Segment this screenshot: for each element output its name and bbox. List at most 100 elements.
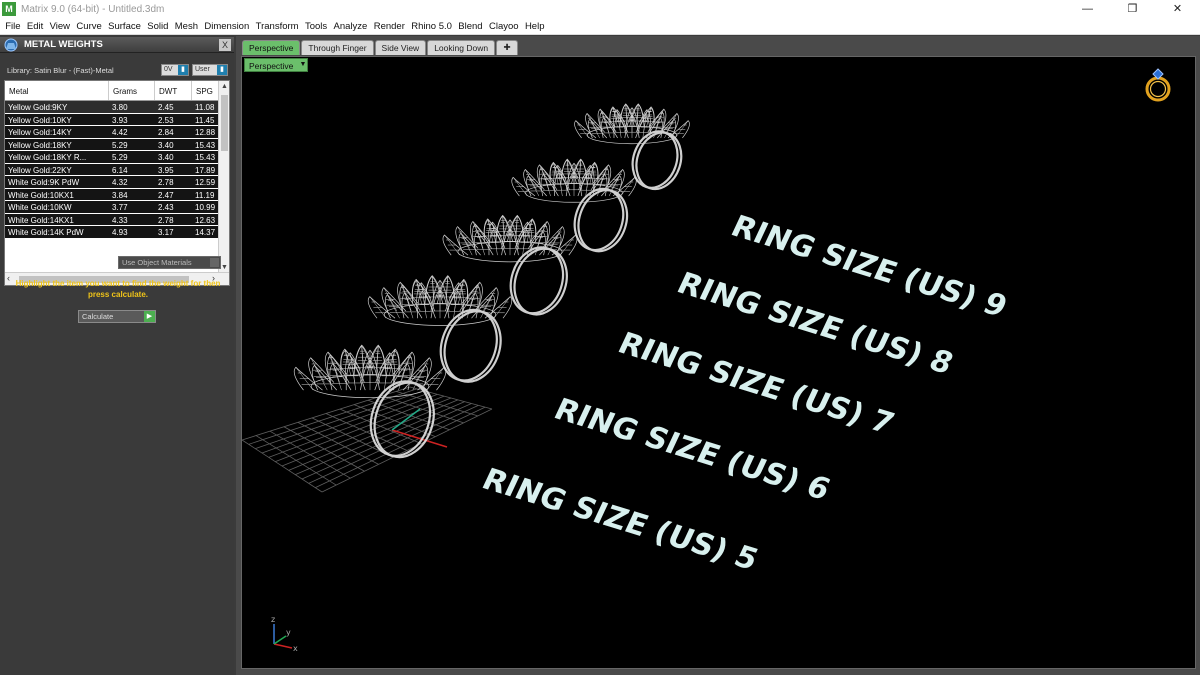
table-row[interactable]: Yellow Gold:18KY 5.29 3.40 15.43 [5,138,219,151]
menu-curve[interactable]: Curve [73,21,105,32]
cell-grams: 5.29 [109,151,155,163]
use-object-materials-dropdown[interactable]: Use Object Materials [118,256,221,269]
cell-grams: 6.14 [109,163,155,175]
viewport-name: Perspective [249,61,294,71]
column-header-grams[interactable]: Grams [109,81,155,100]
cell-spg: 11.08 [192,101,219,113]
menu-solid[interactable]: Solid [144,21,172,32]
close-button[interactable]: ✕ [1155,0,1200,18]
cell-grams: 3.93 [109,113,155,125]
menu-mesh[interactable]: Mesh [172,21,202,32]
scroll-thumb[interactable] [221,95,228,151]
toggle-icon: ▮ [217,65,227,75]
cell-metal: White Gold:10KX1 [5,188,109,200]
axis-x-label: x [293,644,298,652]
metal-weights-panel: METAL WEIGHTS X Library: Satin Blur - (F… [0,35,234,675]
table-row[interactable]: Yellow Gold:14KY 4.42 2.84 12.88 [5,126,219,139]
scroll-up-icon[interactable]: ▲ [219,81,229,92]
cell-metal: White Gold:14KX1 [5,213,109,225]
menu-bar: File Edit View Curve Surface Solid Mesh … [0,18,1200,35]
cell-dwt: 2.84 [155,126,192,138]
cell-metal: White Gold:10KW [5,201,109,213]
table-vertical-scrollbar[interactable]: ▲ ▼ [218,81,229,273]
menu-view[interactable]: View [46,21,73,32]
cell-spg: 12.63 [192,213,219,225]
table-header: Metal Grams DWT SPG [5,81,219,101]
table-row[interactable]: Yellow Gold:9KY 3.80 2.45 11.08 [5,101,219,114]
dropdown-icon [210,258,219,267]
cell-spg: 17.89 [192,163,219,175]
axis-indicator-icon: z y x [271,615,298,652]
menu-file[interactable]: File [2,21,24,32]
cell-spg: 14.37 [192,226,219,238]
cell-grams: 4.33 [109,213,155,225]
menu-tools[interactable]: Tools [302,21,331,32]
cell-dwt: 3.40 [155,138,192,150]
tab-looking-down[interactable]: Looking Down [427,40,496,55]
cell-dwt: 3.40 [155,151,192,163]
play-icon: ▶ [144,311,155,322]
matrix-logo-icon: M [2,2,16,16]
column-header-spg[interactable]: SPG [192,81,219,100]
table-row[interactable]: White Gold:10KX1 3.84 2.47 11.19 [5,188,219,201]
menu-clayoo[interactable]: Clayoo [486,21,522,32]
table-row[interactable]: Yellow Gold:10KY 3.93 2.53 11.45 [5,113,219,126]
tab-side-view[interactable]: Side View [374,40,427,55]
window-title: Matrix 9.0 (64-bit) - Untitled.3dm [21,3,165,15]
menu-rhino[interactable]: Rhino 5.0 [408,21,455,32]
toggle-0v-label: 0V [164,66,173,73]
menu-render[interactable]: Render [371,21,409,32]
cell-metal: Yellow Gold:14KY [5,126,109,138]
viewport-name-dropdown[interactable]: Perspective ▼ [244,58,309,72]
calculate-button[interactable]: Calculate ▶ [78,310,156,323]
add-tab-button[interactable]: ✚ [496,40,519,55]
menu-analyze[interactable]: Analyze [330,21,370,32]
ring-models [293,103,690,459]
table-row[interactable]: White Gold:14K PdW 4.93 3.17 14.37 [5,226,219,239]
panel-title: METAL WEIGHTS [24,39,103,50]
cell-dwt: 2.78 [155,213,192,225]
cell-spg: 15.43 [192,138,219,150]
perspective-viewport[interactable]: RING SIZE (US) 9 RING SIZE (US) 8 RING S… [241,56,1196,669]
close-icon: X [221,40,228,50]
cell-metal: Yellow Gold:22KY [5,163,109,175]
table-row[interactable]: White Gold:14KX1 4.33 2.78 12.63 [5,213,219,226]
table-row[interactable]: Yellow Gold:22KY 6.14 3.95 17.89 [5,163,219,176]
axis-y-label: y [286,628,291,637]
axis-z-label: z [271,615,275,624]
menu-surface[interactable]: Surface [105,21,144,32]
panel-close-button[interactable]: X [219,39,231,51]
tab-perspective[interactable]: Perspective [242,40,301,55]
cell-grams: 3.80 [109,101,155,113]
title-bar: M Matrix 9.0 (64-bit) - Untitled.3dm — ❐… [0,0,1200,18]
cell-spg: 10.99 [192,201,219,213]
column-header-metal[interactable]: Metal [5,81,109,100]
plus-icon: ✚ [503,42,511,52]
toggle-user-label: User [195,66,210,73]
table-row[interactable]: Yellow Gold:18KY R... 5.29 3.40 15.43 [5,151,219,164]
library-label: Library: Satin Blur - (Fast)-Metal [7,66,114,75]
toggle-0v[interactable]: 0V ▮ [161,64,189,76]
minimize-button[interactable]: — [1065,0,1110,18]
menu-transform[interactable]: Transform [252,21,301,32]
tab-through-finger[interactable]: Through Finger [301,40,374,55]
menu-help[interactable]: Help [522,21,548,32]
table-row[interactable]: White Gold:9K PdW 4.32 2.78 12.59 [5,176,219,189]
menu-blend[interactable]: Blend [455,21,486,32]
table-row[interactable]: White Gold:10KW 3.77 2.43 10.99 [5,201,219,214]
cell-metal: Yellow Gold:9KY [5,101,109,113]
panel-header: METAL WEIGHTS X [0,37,234,53]
toggle-icon: ▮ [178,65,188,75]
menu-dimension[interactable]: Dimension [201,21,252,32]
ring-size-label-5: RING SIZE (US) 5 [477,462,764,577]
toggle-user[interactable]: User ▮ [192,64,228,76]
ring-navigation-icon[interactable] [1141,65,1175,105]
column-header-dwt[interactable]: DWT [155,81,192,100]
maximize-button[interactable]: ❐ [1110,0,1155,18]
cell-metal: White Gold:9K PdW [5,176,109,188]
menu-edit[interactable]: Edit [24,21,47,32]
cell-spg: 11.45 [192,113,219,125]
cell-grams: 5.29 [109,138,155,150]
cell-grams: 4.32 [109,176,155,188]
use-object-materials-label: Use Object Materials [122,258,192,267]
